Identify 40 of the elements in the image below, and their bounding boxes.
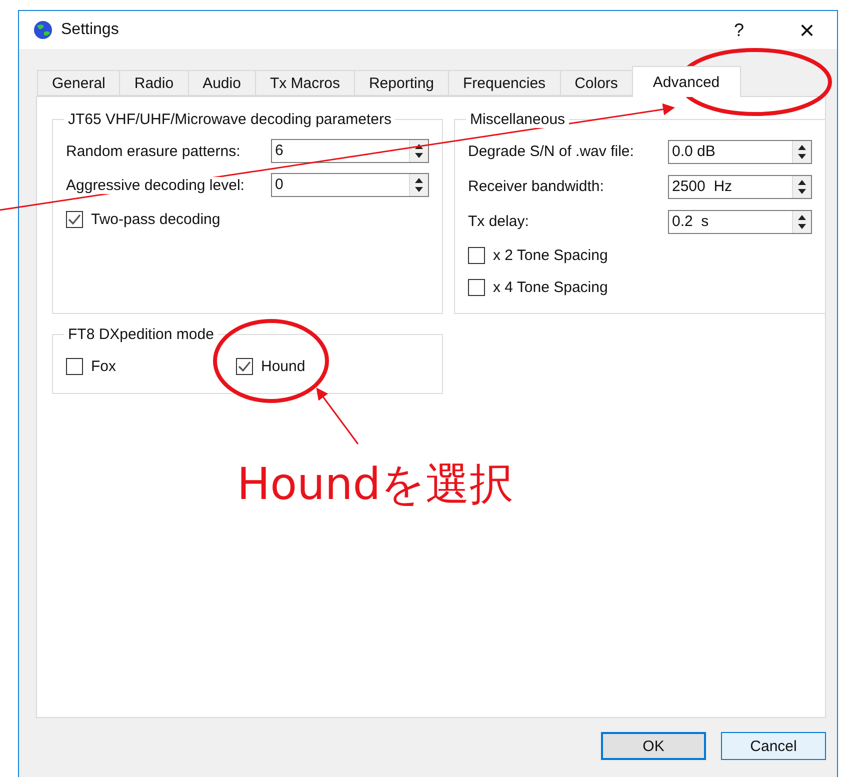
spinner-arrows-icon[interactable] (792, 140, 811, 162)
tab[interactable]: Radio (119, 70, 189, 96)
tab[interactable]: Frequencies (448, 70, 561, 96)
dialog-button[interactable]: Cancel (721, 732, 826, 760)
tab[interactable]: General (37, 70, 120, 96)
checkbox[interactable] (236, 358, 253, 374)
tab[interactable]: Colors (560, 70, 633, 96)
checkbox-label: x 4 Tone Spacing (493, 278, 608, 296)
spin-field[interactable]: 0.2 s (668, 210, 812, 234)
annotation-text: Houndを選択 (237, 458, 514, 512)
globe-icon (33, 20, 53, 40)
spinner-arrows-icon[interactable] (409, 140, 428, 162)
tab[interactable]: Tx Macros (254, 70, 355, 96)
spinner-arrows-icon[interactable] (792, 210, 811, 232)
checkbox[interactable] (66, 210, 83, 228)
spinner-arrows-icon[interactable] (792, 176, 811, 198)
tab[interactable]: Reporting (354, 70, 450, 96)
checkbox[interactable] (468, 278, 485, 296)
tab[interactable]: Audio (188, 70, 256, 96)
spinner-arrows-icon[interactable] (409, 174, 428, 196)
spin-field[interactable]: 2500 Hz (668, 174, 812, 198)
checkbox-label: Fox (91, 358, 116, 374)
help-button[interactable]: ? (709, 11, 769, 49)
field-label: Tx delay: (468, 213, 529, 230)
dialog-button[interactable]: OK (601, 732, 706, 760)
field-label: Random erasure patterns: (66, 142, 240, 160)
window-title: Settings (61, 21, 120, 39)
close-button[interactable]: × (777, 11, 837, 49)
checkbox-label: x 2 Tone Spacing (493, 246, 608, 264)
pointer-arrow (316, 388, 359, 444)
spin-field[interactable]: 0.0 dB (668, 140, 812, 164)
field-label: Degrade S/N of .wav file: (468, 143, 634, 160)
checkbox-label: Two-pass decoding (91, 210, 220, 228)
checkbox[interactable] (66, 358, 83, 374)
tab[interactable]: Advanced (632, 66, 741, 97)
spin-field[interactable]: 0 (271, 173, 429, 197)
field-label: Aggressive decoding level: (66, 176, 244, 194)
checkbox[interactable] (468, 246, 485, 264)
spin-field[interactable]: 6 (271, 139, 429, 163)
checkbox-label: Hound (261, 358, 306, 374)
